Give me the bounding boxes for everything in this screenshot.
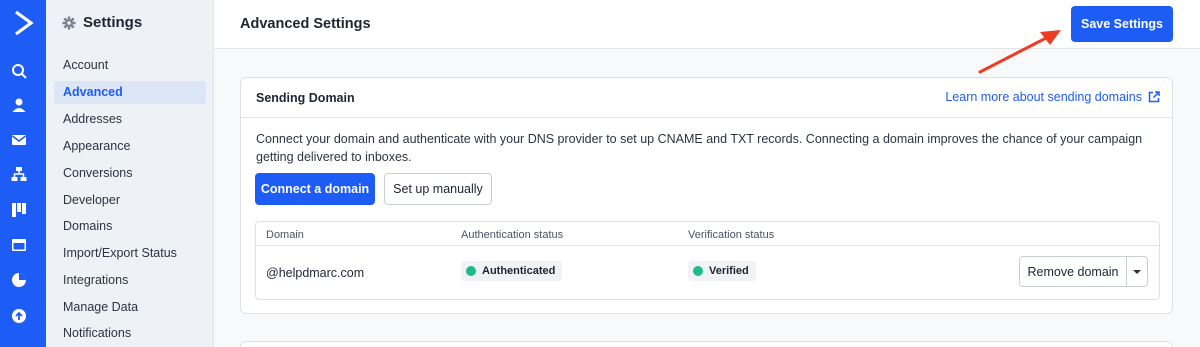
sidebar-item-notifications[interactable]: Notifications (54, 322, 206, 345)
sidebar-item-conversions[interactable]: Conversions (54, 162, 206, 185)
status-dot-icon (466, 266, 476, 276)
save-settings-button[interactable]: Save Settings (1071, 6, 1173, 42)
sidebar-header: Settings (62, 14, 142, 31)
connect-domain-button[interactable]: Connect a domain (255, 173, 375, 205)
sidebar-item-manage-data[interactable]: Manage Data (54, 296, 206, 319)
column-header-authentication: Authentication status (461, 229, 564, 241)
dropdown-toggle[interactable] (1127, 257, 1147, 286)
learn-more-label: Learn more about sending domains (945, 90, 1142, 104)
app-rail (0, 0, 46, 347)
activecampaign-logo[interactable] (9, 9, 37, 37)
search-icon[interactable] (11, 63, 27, 79)
upgrade-icon[interactable] (11, 308, 27, 324)
site-icon[interactable] (11, 237, 27, 253)
learn-more-link[interactable]: Learn more about sending domains (945, 90, 1160, 104)
caret-down-icon (1133, 269, 1141, 274)
sidebar-item-addresses[interactable]: Addresses (54, 108, 206, 131)
gear-icon (62, 15, 76, 30)
sidebar-item-integrations[interactable]: Integrations (54, 269, 206, 292)
campaigns-icon[interactable] (11, 132, 27, 148)
settings-sidebar: Settings Account Advanced Addresses Appe… (46, 0, 214, 347)
column-header-verification: Verification status (688, 229, 775, 241)
card-description: Connect your domain and authenticate wit… (256, 132, 1143, 164)
verification-status-badge: Verified (688, 261, 756, 281)
domain-cell: @helpdmarc.com (266, 266, 365, 280)
contacts-icon[interactable] (11, 97, 27, 113)
next-card (240, 341, 1173, 347)
authentication-status-label: Authenticated (482, 265, 556, 277)
remove-domain-split-button: Remove domain (1019, 256, 1148, 287)
deals-icon[interactable] (11, 202, 27, 218)
page-title: Advanced Settings (240, 16, 371, 32)
status-dot-icon (693, 266, 703, 276)
table-header: Domain Authentication status Verificatio… (256, 222, 1159, 246)
domains-table: Domain Authentication status Verificatio… (255, 221, 1160, 300)
remove-domain-button[interactable]: Remove domain (1020, 257, 1127, 286)
sidebar-item-appearance[interactable]: Appearance (54, 135, 206, 158)
sending-domain-card: Sending Domain Learn more about sending … (240, 77, 1173, 314)
sidebar-item-domains[interactable]: Domains (54, 215, 206, 238)
card-header: Sending Domain Learn more about sending … (241, 78, 1172, 118)
automations-icon[interactable] (11, 166, 27, 182)
sidebar-item-account[interactable]: Account (54, 54, 206, 77)
card-title: Sending Domain (256, 91, 355, 105)
sidebar-item-advanced[interactable]: Advanced (54, 81, 206, 104)
annotation-arrow (978, 30, 1061, 74)
set-up-manually-button[interactable]: Set up manually (384, 173, 492, 205)
sidebar-title: Settings (83, 14, 143, 31)
sidebar-item-developer[interactable]: Developer (54, 189, 206, 212)
sidebar-item-import-export-status[interactable]: Import/Export Status (54, 242, 206, 265)
column-header-domain: Domain (266, 229, 304, 241)
reports-icon[interactable] (11, 272, 27, 288)
external-link-icon (1148, 91, 1160, 103)
verification-status-label: Verified (709, 265, 749, 277)
authentication-status-badge: Authenticated (461, 261, 563, 281)
